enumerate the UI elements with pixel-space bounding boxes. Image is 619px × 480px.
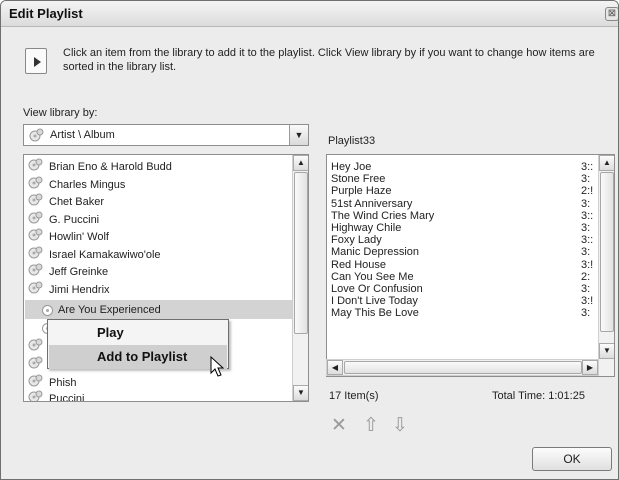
total-time: Total Time: 1:01:25 — [492, 390, 585, 402]
library-item-label: Jeff Greinke — [49, 266, 109, 278]
library-artist-item[interactable]: Brian Eno & Harold Budd — [28, 158, 172, 174]
artist-icon — [28, 338, 44, 356]
playlist-track-duration: 3:! — [581, 258, 593, 271]
library-item-label: Howlin' Wolf — [49, 231, 109, 243]
scroll-down-button[interactable]: ▼ — [599, 343, 614, 359]
playlist-track-title[interactable]: May This Be Love — [331, 307, 419, 320]
artist-icon — [28, 228, 44, 246]
playlist-track-duration: 3: — [581, 222, 591, 234]
instructions-text: Click an item from the library to add it… — [63, 47, 595, 73]
view-library-dropdown[interactable]: Artist \ Album ▼ — [23, 124, 309, 146]
menu-item-play[interactable]: Play — [49, 321, 227, 345]
playlist-track-title[interactable]: Highway Chile — [331, 222, 401, 235]
library-artist-item[interactable]: Puccini — [28, 390, 85, 402]
chevron-down-icon[interactable]: ▼ — [289, 125, 308, 145]
playlist-list[interactable]: Hey Joe 3:: Stone Free 3: Purple Haze 2:! 51st… — [326, 154, 615, 377]
scroll-up-button[interactable]: ▲ — [599, 155, 614, 171]
library-item-label: Phish — [49, 377, 77, 389]
playlist-track-title[interactable]: I Don't Live Today — [331, 295, 418, 308]
playlist-track-duration: 3:: — [581, 234, 593, 247]
library-item-label: G. Puccini — [49, 214, 100, 226]
playlist-track-duration: 3:! — [581, 295, 593, 308]
title-bar: Edit Playlist ⊠ — [1, 1, 618, 27]
playlist-track-title[interactable]: Hey Joe — [331, 161, 371, 174]
album-icon — [42, 302, 53, 318]
window-title: Edit Playlist — [9, 6, 83, 21]
artist-icon — [28, 158, 44, 176]
move-up-icon[interactable]: ⇧ — [360, 415, 382, 437]
scroll-left-button[interactable]: ◀ — [327, 360, 343, 375]
scroll-up-button[interactable]: ▲ — [293, 155, 308, 171]
playlist-track-duration: 3: — [581, 307, 591, 320]
library-vertical-scrollbar[interactable]: ▲ ▼ — [292, 155, 308, 401]
artist-icon — [28, 176, 44, 194]
play-icon — [25, 48, 47, 74]
library-artist-item[interactable]: Jimi Hendrix — [28, 281, 110, 297]
library-artist-item[interactable]: Israel Kamakawiwo'ole — [28, 246, 161, 262]
scroll-down-button[interactable]: ▼ — [293, 385, 308, 401]
artist-album-icon — [29, 128, 44, 142]
library-item-label: Puccini — [49, 393, 85, 402]
library-item-label: Jimi Hendrix — [49, 284, 110, 296]
artist-icon — [28, 390, 44, 401]
scroll-right-button[interactable]: ▶ — [582, 360, 598, 375]
library-artist-item[interactable]: Chet Baker — [28, 193, 104, 209]
library-artist-item[interactable]: G. Puccini — [28, 211, 99, 227]
playlist-horizontal-scrollbar[interactable]: ◀ ▶ — [326, 359, 598, 376]
playlist-track-duration: 3:: — [581, 209, 593, 222]
library-item-label: Brian Eno & Harold Budd — [49, 161, 172, 173]
context-menu: Play Add to Playlist — [47, 319, 229, 369]
library-artist-item[interactable]: Phish — [28, 374, 77, 390]
playlist-track-duration: 3: — [581, 246, 591, 259]
artist-icon — [28, 356, 44, 374]
playlist-track-title[interactable]: Love Or Confusion — [331, 283, 423, 296]
playlist-track-duration: 3: — [581, 173, 591, 186]
scroll-thumb[interactable] — [600, 172, 614, 332]
playlist-track-duration: 2:! — [581, 185, 593, 198]
artist-icon — [28, 246, 44, 264]
move-down-icon[interactable]: ⇩ — [389, 415, 411, 437]
library-item-label: Charles Mingus — [49, 179, 126, 191]
playlist-track-duration: 2: — [581, 270, 591, 283]
library-artist-item[interactable]: Jeff Greinke — [28, 263, 108, 279]
playlist-vertical-scrollbar[interactable]: ▲ ▼ — [598, 155, 614, 376]
view-library-value: Artist \ Album — [50, 129, 115, 141]
playlist-name: Playlist33 — [328, 135, 376, 147]
playlist-track-duration: 3: — [581, 197, 591, 210]
close-button[interactable]: ⊠ — [605, 7, 618, 21]
remove-icon[interactable]: ✕ — [328, 415, 350, 437]
playlist-track-title[interactable]: Can You See Me — [331, 271, 414, 284]
library-artist-item[interactable]: Howlin' Wolf — [28, 228, 109, 244]
menu-item-add-to-playlist[interactable]: Add to Playlist — [49, 345, 227, 369]
library-item-label: Chet Baker — [49, 196, 105, 208]
artist-icon — [28, 193, 44, 211]
playlist-track-title[interactable]: Purple Haze — [331, 185, 392, 198]
item-count: 17 Item(s) — [329, 390, 379, 402]
library-item-label: Israel Kamakawiwo'ole — [49, 249, 161, 261]
edit-playlist-dialog: Edit Playlist ⊠ Click an item from the l… — [0, 0, 619, 480]
artist-icon — [28, 263, 44, 281]
playlist-track-title[interactable]: 51st Anniversary — [331, 198, 412, 211]
playlist-track-title[interactable]: Red House — [331, 259, 386, 272]
library-album-item[interactable]: Are You Experienced — [42, 302, 161, 318]
artist-icon — [28, 211, 44, 229]
playlist-track-duration: 3:: — [581, 161, 593, 173]
playlist-track-title[interactable]: Manic Depression — [331, 246, 419, 259]
library-artist-item[interactable]: Charles Mingus — [28, 176, 125, 192]
mouse-cursor-icon — [210, 356, 224, 377]
artist-icon — [28, 281, 44, 299]
library-item-label: Are You Experienced — [58, 304, 161, 317]
playlist-track-title[interactable]: The Wind Cries Mary — [331, 210, 434, 223]
view-library-label: View library by: — [23, 107, 98, 119]
horizontal-scroll-thumb[interactable] — [344, 361, 582, 374]
playlist-track-duration: 3: — [581, 283, 591, 295]
playlist-track-title[interactable]: Foxy Lady — [331, 234, 382, 247]
ok-button[interactable]: OK — [532, 447, 612, 471]
playlist-track-title[interactable]: Stone Free — [331, 173, 385, 186]
scroll-thumb[interactable] — [294, 172, 308, 334]
